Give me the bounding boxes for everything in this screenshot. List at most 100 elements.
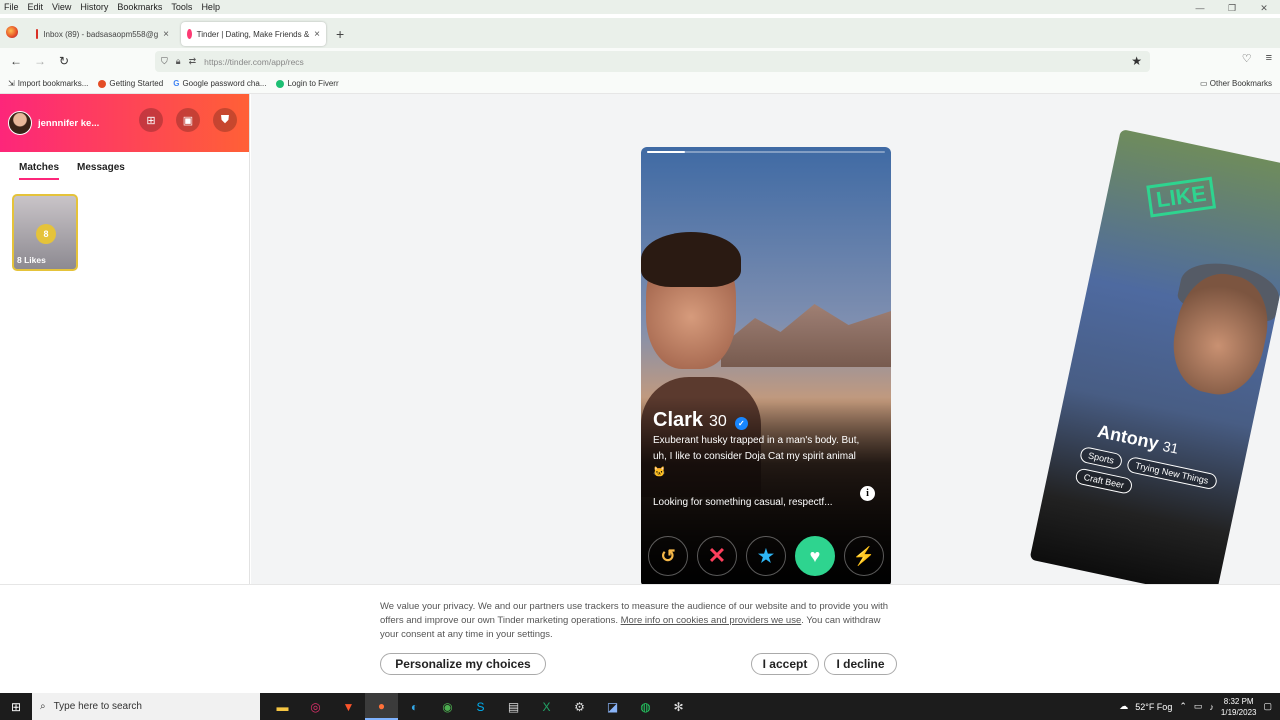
tray-chevron-icon[interactable]: ⌃ bbox=[1179, 701, 1187, 712]
swiped-profile-card: LIKE Antony 31 Sports Trying New Things … bbox=[1029, 129, 1280, 584]
shield-icon[interactable]: ⛉ bbox=[161, 56, 168, 67]
sidebar-tabs: Matches Messages bbox=[0, 152, 249, 180]
bookmark-fiverr[interactable]: Login to Fiverr bbox=[276, 79, 339, 88]
new-tab-button[interactable]: + bbox=[336, 26, 344, 42]
menu-bookmarks[interactable]: Bookmarks bbox=[117, 2, 162, 12]
chrome-icon[interactable]: ◉ bbox=[431, 693, 464, 720]
system-tray: ☁ 52°F Fog ⌃ ▭ ♪ 8:32 PM 1/19/2023 ▢ bbox=[1119, 693, 1272, 720]
other-bookmarks[interactable]: ▭ Other Bookmarks bbox=[1200, 79, 1272, 88]
bookmark-label: Getting Started bbox=[109, 79, 164, 88]
minimize-icon[interactable]: — bbox=[1184, 0, 1216, 16]
firefox-taskbar-icon[interactable]: ● bbox=[365, 693, 398, 720]
relationship-intent: Looking for something casual, respectf..… bbox=[653, 497, 833, 508]
interest-tags: Sports Trying New Things Craft Beer bbox=[1074, 445, 1238, 516]
bookmark-star-icon[interactable]: ★ bbox=[1131, 54, 1142, 68]
search-icon: ⌕ bbox=[40, 701, 46, 712]
bookmark-import[interactable]: ⇲ Import bookmarks... bbox=[8, 79, 88, 88]
close-tab-icon[interactable]: × bbox=[163, 29, 169, 40]
tab-matches[interactable]: Matches bbox=[19, 162, 60, 180]
profile-age: 30 bbox=[709, 413, 727, 430]
taskbar: ⊞ ⌕ Type here to search ▬ ◎ ▼ ● ◐ ◉ S ▤ … bbox=[0, 693, 1280, 720]
restore-icon[interactable]: ❐ bbox=[1216, 0, 1248, 16]
info-icon[interactable]: i bbox=[860, 486, 875, 501]
volume-icon[interactable]: ♪ bbox=[1209, 702, 1214, 712]
url-bar[interactable]: ⛉ 🔒︎ ⇄ https://tinder.com/app/recs ★ bbox=[155, 51, 1150, 72]
excel-icon[interactable]: X bbox=[530, 693, 563, 720]
forward-icon[interactable]: → bbox=[28, 54, 52, 68]
folder-icon: ▭ bbox=[1199, 79, 1208, 88]
like-button[interactable]: ♥ bbox=[795, 536, 835, 576]
cookie-banner: We value your privacy. We and our partne… bbox=[0, 584, 1280, 693]
clock[interactable]: 8:32 PM 1/19/2023 bbox=[1221, 696, 1257, 718]
terminal-icon[interactable]: ▤ bbox=[497, 693, 530, 720]
menu-help[interactable]: Help bbox=[201, 2, 220, 12]
close-tab-icon[interactable]: × bbox=[314, 29, 320, 40]
import-icon: ⇲ bbox=[8, 79, 15, 88]
decline-button[interactable]: I decline bbox=[824, 653, 897, 675]
tinder-sidebar: jennnifer ke... ⊞ ▣ ⛊ Matches Messages 8… bbox=[0, 94, 250, 584]
avatar[interactable] bbox=[8, 111, 32, 135]
back-icon[interactable]: ← bbox=[4, 54, 28, 68]
file-explorer-icon[interactable]: ▬ bbox=[266, 693, 299, 720]
whatsapp-icon[interactable]: ◍ bbox=[629, 693, 662, 720]
skype-icon[interactable]: S bbox=[464, 693, 497, 720]
search-placeholder: Type here to search bbox=[53, 701, 142, 712]
weather-text[interactable]: 52°F Fog bbox=[1135, 702, 1172, 712]
cookie-info-link[interactable]: More info on cookies and providers we us… bbox=[621, 615, 802, 626]
likes-count-badge: 8 bbox=[36, 224, 56, 244]
clock-time: 8:32 PM bbox=[1223, 696, 1254, 706]
taskbar-search[interactable]: ⌕ Type here to search bbox=[32, 693, 260, 720]
notifications-icon[interactable]: ▢ bbox=[1263, 701, 1272, 712]
edge-icon[interactable]: ◐ bbox=[398, 693, 431, 720]
bookmark-label: Login to Fiverr bbox=[287, 79, 339, 88]
tab-messages[interactable]: Messages bbox=[77, 162, 125, 180]
close-window-icon[interactable]: ✕ bbox=[1248, 0, 1280, 16]
google-icon: G bbox=[173, 79, 180, 88]
settings-icon[interactable]: ⚙ bbox=[563, 693, 596, 720]
url-text[interactable]: https://tinder.com/app/recs bbox=[204, 57, 304, 67]
network-icon[interactable]: ▭ bbox=[1194, 701, 1203, 712]
menu-edit[interactable]: Edit bbox=[28, 2, 44, 12]
accept-button[interactable]: I accept bbox=[751, 653, 819, 675]
bookmark-google-password[interactable]: G Google password cha... bbox=[173, 79, 266, 88]
toolbar-right: ♡ ≡ bbox=[1242, 52, 1272, 65]
safety-shield-icon[interactable]: ⛊ bbox=[213, 108, 237, 132]
app-icon[interactable]: ◪ bbox=[596, 693, 629, 720]
likes-label: 8 Likes bbox=[17, 255, 46, 265]
boost-button[interactable]: ⚡ bbox=[844, 536, 884, 576]
menu-view[interactable]: View bbox=[52, 2, 71, 12]
openai-icon[interactable]: ✻ bbox=[662, 693, 695, 720]
profile-card[interactable]: Clark 30 ✓ Exuberant husky trapped in a … bbox=[641, 147, 891, 584]
menu-file[interactable]: File bbox=[4, 2, 19, 12]
personalize-button[interactable]: Personalize my choices bbox=[380, 653, 546, 675]
instagram-icon[interactable]: ◎ bbox=[299, 693, 332, 720]
weather-icon[interactable]: ☁ bbox=[1119, 701, 1128, 712]
briefcase-icon[interactable]: ▣ bbox=[176, 108, 200, 132]
menu-history[interactable]: History bbox=[80, 2, 108, 12]
brave-icon[interactable]: ▼ bbox=[332, 693, 365, 720]
menu-tools[interactable]: Tools bbox=[171, 2, 192, 12]
permissions-icon[interactable]: ⇄ bbox=[189, 56, 197, 67]
hamburger-menu-icon[interactable]: ≡ bbox=[1266, 52, 1272, 65]
lock-icon[interactable]: 🔒︎ bbox=[176, 56, 181, 67]
super-like-button[interactable]: ★ bbox=[746, 536, 786, 576]
other-bookmarks-label: Other Bookmarks bbox=[1209, 79, 1272, 88]
interest-tag: Trying New Things bbox=[1125, 455, 1218, 491]
tab-label: Tinder | Dating, Make Friends & bbox=[196, 29, 310, 39]
username[interactable]: jennnifer ke... bbox=[38, 118, 99, 129]
bookmark-getting-started[interactable]: Getting Started bbox=[98, 79, 163, 88]
fiverr-icon bbox=[276, 79, 285, 88]
gmail-icon bbox=[36, 29, 39, 39]
rewind-button[interactable]: ↺ bbox=[648, 536, 688, 576]
header-buttons: ⊞ ▣ ⛊ bbox=[139, 108, 237, 132]
swiped-profile-age: 31 bbox=[1161, 437, 1180, 457]
explore-icon[interactable]: ⊞ bbox=[139, 108, 163, 132]
reload-icon[interactable]: ↻ bbox=[52, 54, 76, 68]
tab-gmail[interactable]: Inbox (89) - badsasaopm558@g × bbox=[30, 22, 175, 46]
nope-button[interactable]: ✕ bbox=[697, 536, 737, 576]
windows-start-icon[interactable]: ⊞ bbox=[0, 700, 32, 714]
pocket-icon[interactable]: ♡ bbox=[1242, 52, 1252, 65]
tab-tinder[interactable]: Tinder | Dating, Make Friends & × bbox=[181, 22, 326, 46]
firefox-icon[interactable] bbox=[6, 26, 18, 38]
likes-you-card[interactable]: 8 8 Likes bbox=[12, 194, 78, 271]
